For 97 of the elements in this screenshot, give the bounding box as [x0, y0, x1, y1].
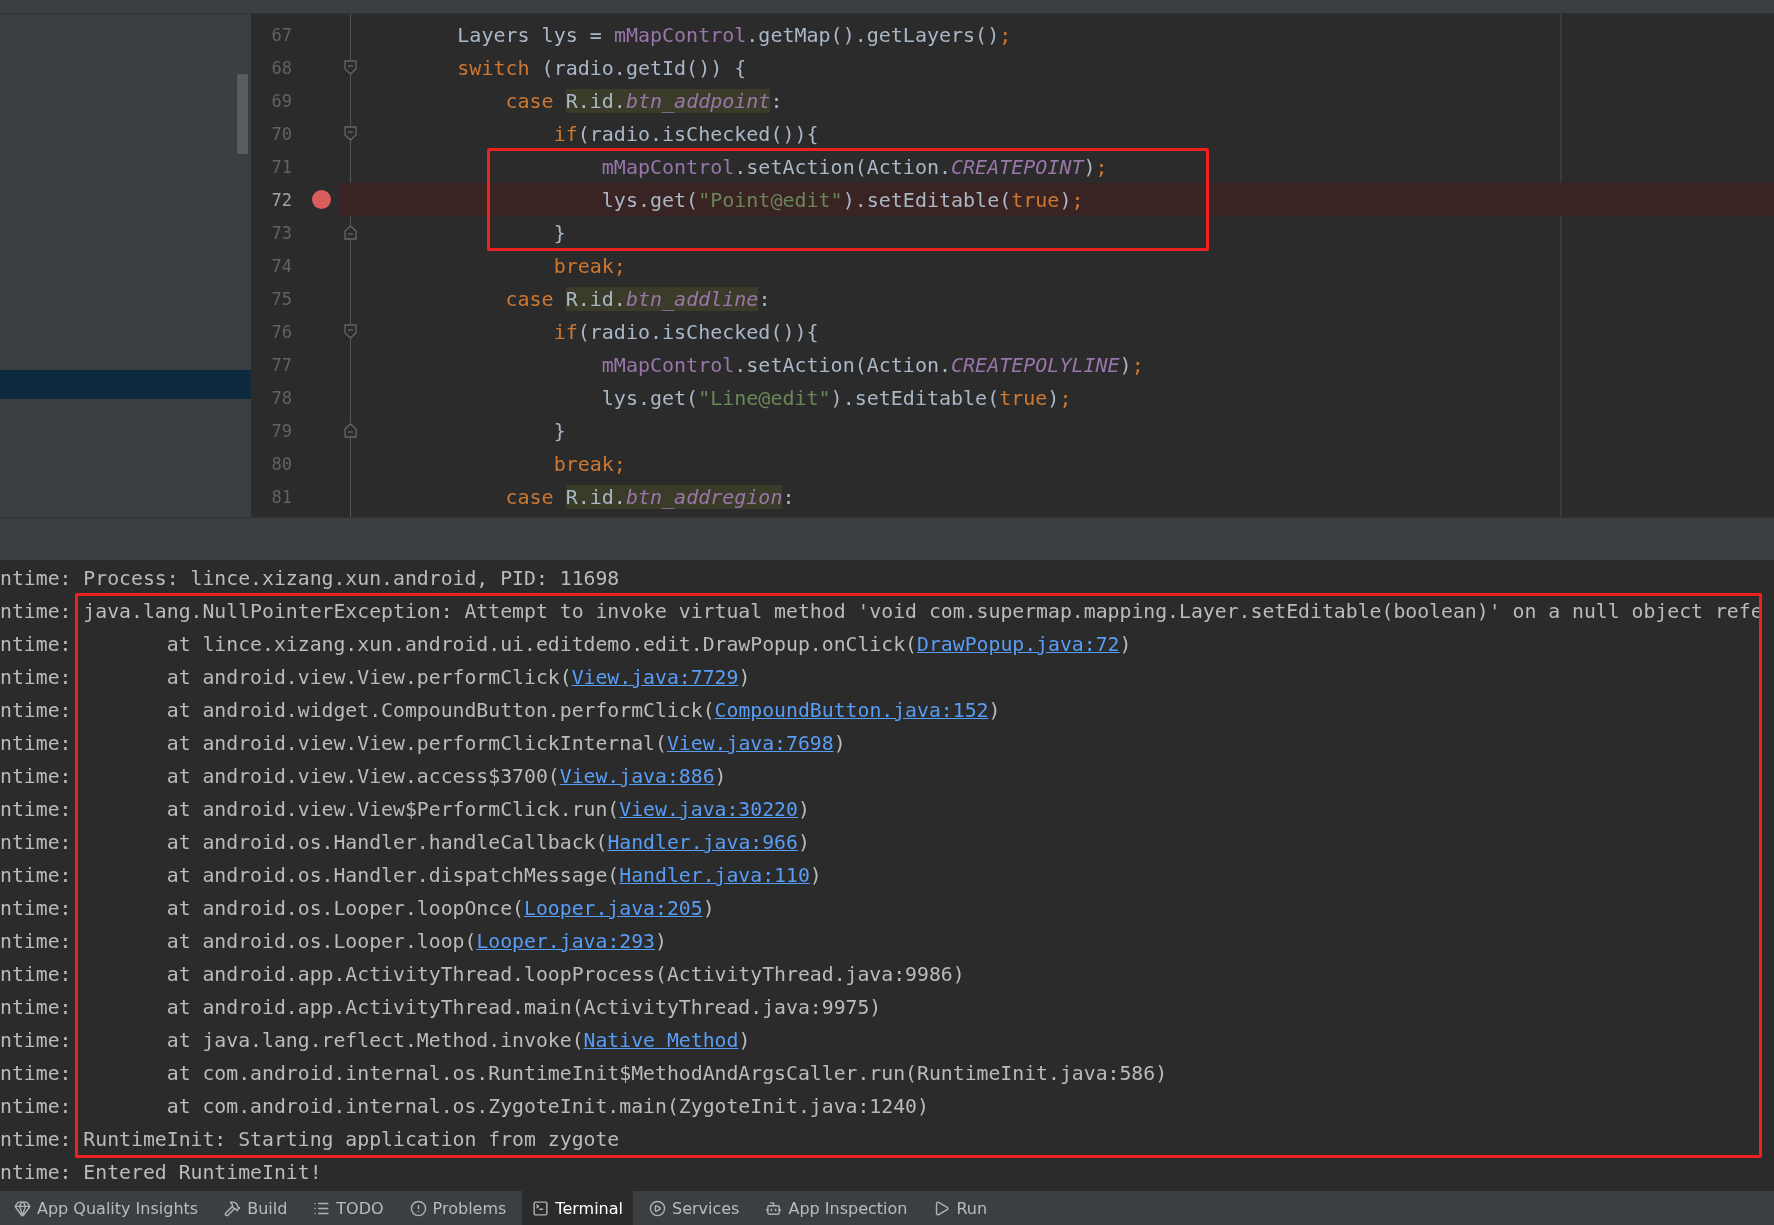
- source-link[interactable]: Handler.java:110: [619, 864, 810, 887]
- log-message: at com.android.internal.os.ZygoteInit.main(ZygoteInit.java:1240): [165, 1095, 929, 1118]
- log-message: at android.app.ActivityThread.loopProcess(ActivityThread.java:9986): [165, 963, 965, 986]
- line-number: 68: [270, 57, 293, 78]
- log-tag: ntime:: [0, 996, 84, 1019]
- code-line: }: [552, 418, 566, 443]
- fold-icon[interactable]: [344, 225, 357, 240]
- tool-window-tab[interactable]: Services: [639, 1191, 750, 1225]
- line-number: 73: [270, 222, 293, 243]
- log-message: at android.view.View$PerformClick.run(View.java:30220): [165, 798, 810, 821]
- code-line: lys.get("Point@edit").setEditable(true);: [600, 187, 1084, 212]
- log-tag: ntime:: [0, 567, 84, 590]
- line-number: 81: [270, 486, 293, 507]
- line-number: 72: [270, 189, 293, 210]
- line-number: 80: [270, 453, 293, 474]
- log-tag: ntime:: [0, 930, 84, 953]
- log-tag: ntime:: [0, 1029, 84, 1052]
- log-message: at android.view.View.access$3700(View.java:886): [165, 765, 727, 788]
- line-number: 77: [270, 354, 293, 375]
- line-number: 78: [270, 387, 293, 408]
- code-line: switch (radio.getId()) {: [456, 55, 747, 80]
- line-number: 70: [270, 123, 293, 144]
- log-tag: ntime:: [0, 864, 84, 887]
- log-message: RuntimeInit: Starting application from zygote: [83, 1128, 620, 1151]
- code-line: break;: [552, 451, 626, 476]
- log-tag: ntime:: [0, 600, 84, 623]
- log-tag: ntime:: [0, 699, 84, 722]
- code-line: lys.get("Line@edit").setEditable(true);: [600, 385, 1072, 410]
- source-link[interactable]: View.java:886: [559, 765, 715, 788]
- code-line: break;: [552, 253, 626, 278]
- source-link[interactable]: CompoundButton.java:152: [714, 699, 989, 722]
- log-message: at java.lang.reflect.Method.invoke(Native Method): [165, 1029, 751, 1052]
- source-link[interactable]: DrawPopup.java:72: [917, 633, 1120, 656]
- tool-window-tab[interactable]: Build: [214, 1191, 298, 1225]
- code-line: mMapControl.setAction(Action.CREATEPOLYLINE);: [600, 352, 1144, 377]
- log-tag: ntime:: [0, 1062, 84, 1085]
- log-tag: ntime:: [0, 633, 84, 656]
- log-message: at android.os.Looper.loop(Looper.java:293): [165, 930, 667, 953]
- source-link[interactable]: View.java:7729: [571, 666, 739, 689]
- robot-icon: [765, 1199, 783, 1217]
- code-line: if(radio.isChecked()){: [552, 121, 819, 146]
- scrollbar-thumb[interactable]: [237, 74, 248, 154]
- log-message: at lince.xizang.xun.android.ui.editdemo.edit.DrawPopup.onClick(DrawPopup.java:72): [165, 633, 1132, 656]
- log-tag: ntime:: [0, 765, 84, 788]
- source-link[interactable]: Native Method: [583, 1029, 739, 1052]
- tool-window-tab[interactable]: Run: [923, 1191, 998, 1225]
- source-link[interactable]: View.java:7698: [666, 732, 834, 755]
- line-number: 75: [270, 288, 293, 309]
- source-link[interactable]: View.java:30220: [619, 798, 798, 821]
- code-line: }: [552, 220, 566, 245]
- fold-icon[interactable]: [344, 423, 357, 438]
- line-number: 71: [270, 156, 293, 177]
- log-message: at android.widget.CompoundButton.performClick(CompoundButton.java:152): [165, 699, 1001, 722]
- line-number: 74: [270, 255, 293, 276]
- log-message: at android.os.Handler.dispatchMessage(Handler.java:110): [165, 864, 822, 887]
- log-message: Entered RuntimeInit!: [83, 1161, 322, 1184]
- line-number: 67: [270, 24, 293, 45]
- line-number: 79: [270, 420, 293, 441]
- tool-window-tab[interactable]: Problems: [399, 1191, 517, 1225]
- hammer-icon: [224, 1199, 242, 1217]
- fold-icon[interactable]: [344, 60, 357, 75]
- tool-window-tab[interactable]: Terminal: [522, 1191, 633, 1225]
- play-circle-icon: [649, 1199, 666, 1217]
- gem-icon: [14, 1199, 31, 1217]
- source-link[interactable]: Handler.java:966: [607, 831, 798, 854]
- terminal-icon: [532, 1199, 550, 1217]
- log-tag: ntime:: [0, 1095, 84, 1118]
- log-tag: ntime:: [0, 1161, 84, 1184]
- tool-window-tab[interactable]: App Inspection: [755, 1191, 918, 1225]
- line-number: 76: [270, 321, 293, 342]
- log-message: at android.view.View.performClick(View.java:7729): [165, 666, 751, 689]
- log-tag: ntime:: [0, 666, 84, 689]
- log-tag: ntime:: [0, 963, 84, 986]
- source-link[interactable]: Looper.java:293: [476, 930, 655, 953]
- line-number: 69: [270, 90, 293, 111]
- source-link[interactable]: Looper.java:205: [524, 897, 703, 920]
- fold-icon[interactable]: [344, 126, 357, 141]
- log-message: at android.os.Handler.handleCallback(Handler.java:966): [165, 831, 810, 854]
- code-line: Layers lys = mMapControl.getMap().getLayers();: [456, 22, 1012, 47]
- log-tag: ntime:: [0, 831, 84, 854]
- log-tag: ntime:: [0, 1128, 84, 1151]
- log-message: Process: lince.xizang.xun.android, PID: 11698: [83, 567, 620, 590]
- log-message: at android.os.Looper.loopOnce(Looper.java:205): [165, 897, 715, 920]
- log-message: at android.app.ActivityThread.main(ActivityThread.java:9975): [165, 996, 882, 1019]
- tool-window-tab[interactable]: TODO: [303, 1191, 394, 1225]
- log-tag: ntime:: [0, 897, 84, 920]
- alert-icon: [409, 1199, 427, 1217]
- breakpoint-icon[interactable]: [312, 190, 331, 209]
- code-line: if(radio.isChecked()){: [552, 319, 819, 344]
- log-tag: ntime:: [0, 732, 84, 755]
- run-icon: [933, 1199, 951, 1217]
- code-line: mMapControl.setAction(Action.CREATEPOINT);: [600, 154, 1108, 179]
- log-tag: ntime:: [0, 798, 84, 821]
- fold-icon[interactable]: [344, 324, 357, 339]
- log-message: at com.android.internal.os.RuntimeInit$MethodAndArgsCaller.run(RuntimeInit.java:586): [165, 1062, 1168, 1085]
- tool-window-tab[interactable]: App Quality Insights: [4, 1191, 209, 1225]
- log-message: at android.view.View.performClickInternal(View.java:7698): [165, 732, 846, 755]
